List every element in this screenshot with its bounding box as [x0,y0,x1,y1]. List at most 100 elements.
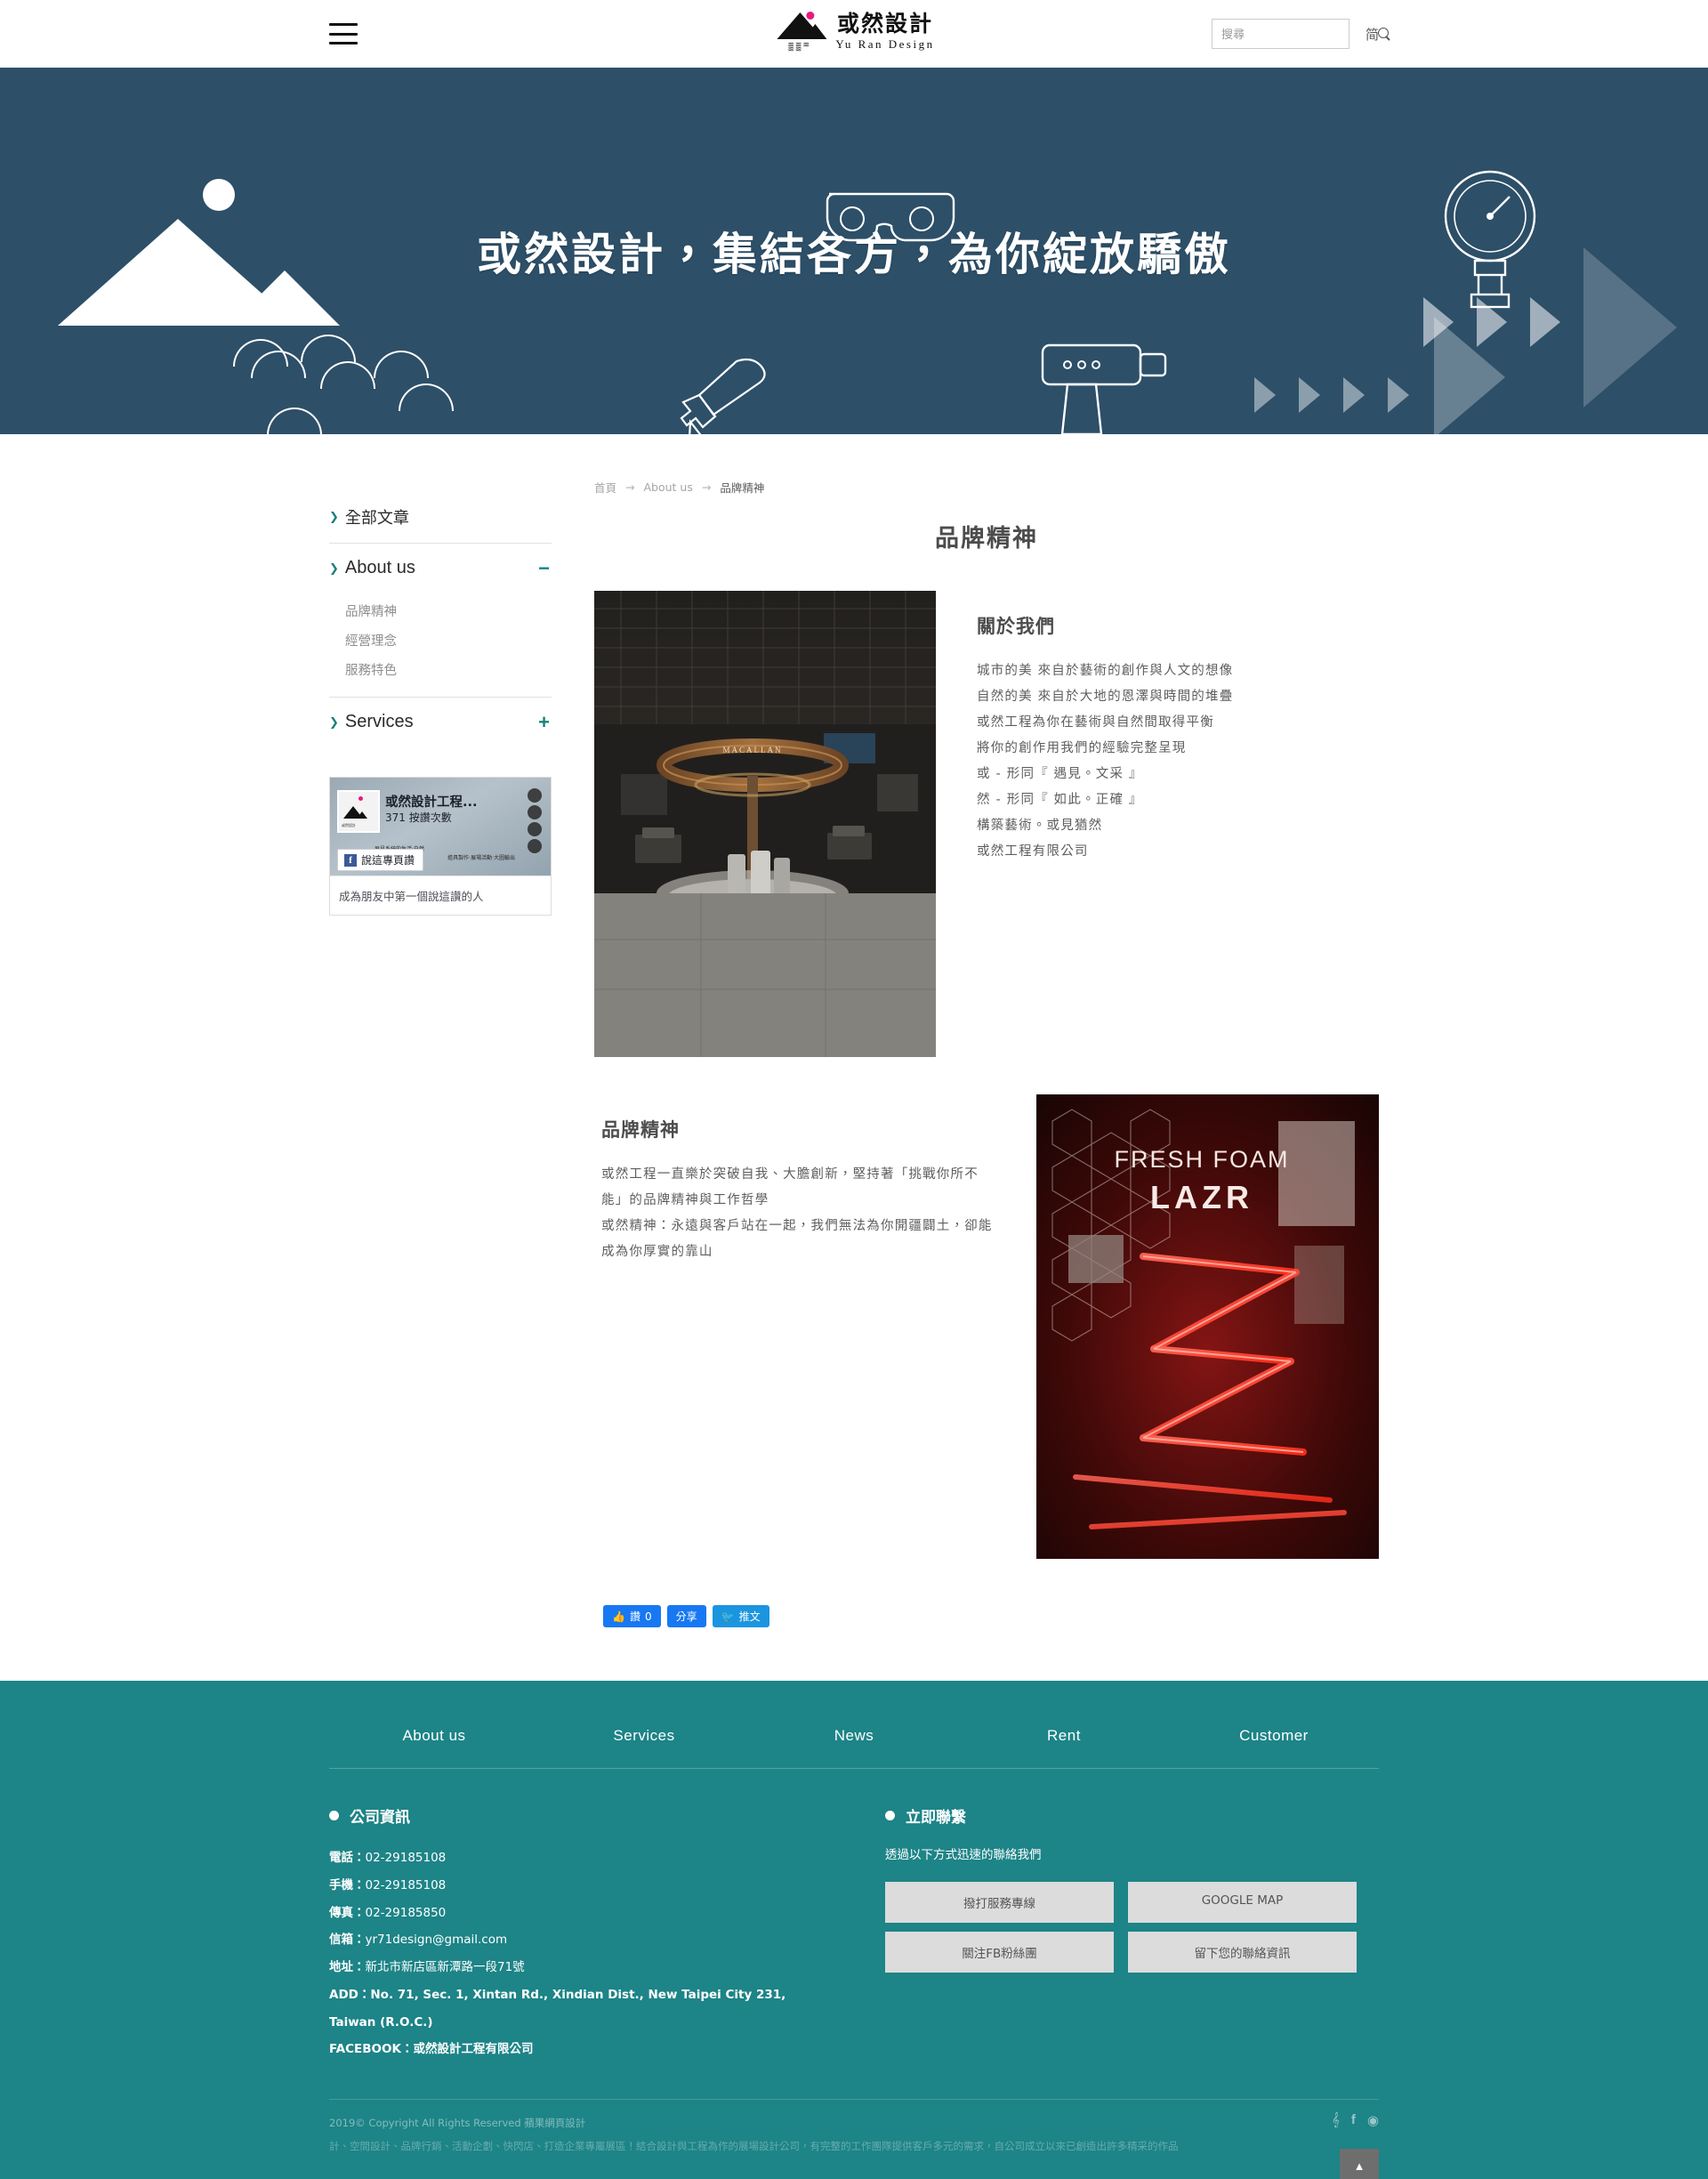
company-phone-value: 02-29185108 [365,1851,447,1865]
follow-facebook-button[interactable]: 關注FB粉絲團 [885,1932,1114,1973]
brand-body: 或然工程一直樂於突破自我、大膽創新，堅持著「挑戰你所不能」的品牌精神與工作哲學 … [601,1167,993,1259]
company-email-row: 信箱：yr71design@gmail.com [329,1926,823,1954]
company-mobile-value: 02-29185108 [365,1877,447,1893]
facebook-share-button[interactable]: 分享 [666,1605,706,1627]
sidebar-item-about-us[interactable]: ❯ About us − [329,544,552,593]
footer-nav-customer[interactable]: Customer [1169,1727,1379,1745]
facebook-icon[interactable]: f [1351,2112,1356,2128]
brand-text-column: 品牌精神 或然工程一直樂於突破自我、大膽創新，堅持著「挑戰你所不能」的品牌精神與… [594,1094,995,1265]
google-map-button[interactable]: GOOGLE MAP [1128,1882,1357,1923]
brand-photo: FRESH FOAM LAZR [1036,1094,1379,1559]
company-facebook-label: FACEBOOK： [329,2042,414,2057]
language-toggle[interactable]: 简 [1366,25,1379,44]
page-title: 品牌精神 [935,525,1038,553]
footer-nav-news[interactable]: News [749,1727,959,1745]
contact-subtitle: 透過以下方式迅速的聯絡我們 [885,1848,1042,1862]
heat-gun-decoration-icon [1041,343,1167,434]
cover-seal-decoration [528,788,542,853]
cover-caption-right: 道具製作‧展場活動‧大圖輸出 [447,855,515,861]
sidebar-subitem-service-features[interactable]: 服務特色 [345,655,552,684]
twitter-tweet-button[interactable]: 🐦 推文 [712,1605,769,1627]
footer-company-info: 公司資訊 電話：02-29185108 手機：02-29185108 傳真：02… [329,1804,823,2063]
logo-text-cn: 或然設計 [836,11,933,36]
about-text-column: 關於我們 城市的美 來自於藝術的創作與人文的想像 自然的美 來自於大地的恩澤與時… [977,591,1379,865]
company-fax-row: 傳真：02-29185850 [329,1900,823,1927]
sidebar-item-services[interactable]: ❯ Services + [329,698,552,747]
social-share-row: 👍 讚 0 分享 🐦 推文 [594,1605,1379,1627]
thumbs-up-icon: 👍 [612,1610,625,1623]
wave-decoration-3 [301,335,356,362]
contact-buttons: 撥打服務專線 GOOGLE MAP 關注FB粉絲團 留下您的聯絡資訊 [885,1882,1357,1973]
brand-heading: 品牌精神 [601,1119,680,1141]
sidebar-submenu-about: 品牌精神 經營理念 服務特色 [329,593,552,698]
footer-contact-block: 立即聯繫 透過以下方式迅速的聯絡我們 撥打服務專線 GOOGLE MAP 關注F… [823,1804,1379,2063]
company-facebook-value[interactable]: 或然設計工程有限公司 [413,2042,533,2056]
facebook-like-label: 說這專頁讚 [361,854,415,867]
hamburger-menu-icon[interactable] [329,23,358,44]
copyright-bar: 2019© Copyright All Rights Reserved 蘋果網頁… [329,2099,1379,2179]
footer-nav-rent[interactable]: Rent [959,1727,1169,1745]
triangle-outline-7 [1388,377,1409,413]
company-address-en-label: ADD： [329,1987,371,2002]
about-photo-graphic: MACALLAN [594,591,936,1057]
company-address-value: 新北市新店區新潭路一段71號 [365,1960,525,1975]
company-mobile-label: 手機： [329,1877,366,1893]
bullet-dot-icon [329,1811,339,1820]
tweet-label: 推文 [738,1610,761,1623]
sidebar-subitem-brand-spirit[interactable]: 品牌精神 [345,596,552,625]
sidebar-item-label: Services [344,712,414,731]
chevron-right-icon: ❯ [329,561,339,575]
twitter-bird-icon: 🐦 [721,1610,735,1623]
sun-decoration-icon [203,179,235,211]
leave-contact-info-button[interactable]: 留下您的聯絡資訊 [1128,1932,1357,1973]
footer-nav-about-us[interactable]: About us [329,1727,539,1745]
facebook-page-widget[interactable]: 展見系統的生活‧自然 道具製作‧展場活動‧大圖輸出 或然設計 或然設計工程...… [329,777,552,916]
caulking-gun-decoration-icon [680,358,766,434]
facebook-like-count: 371 按讚次數 [385,811,452,824]
search-box[interactable] [1211,19,1389,49]
company-facebook-row: FACEBOOK：或然設計工程有限公司 [329,2036,823,2063]
rss-icon[interactable]: ◉ [1367,2112,1379,2128]
breadcrumb-item-home[interactable]: 首頁 [594,479,616,496]
search-icon[interactable] [1377,27,1391,41]
facebook-page-name: 或然設計工程... [385,795,478,810]
collapse-toggle-icon[interactable]: − [538,558,550,578]
company-address-row: 地址：新北市新店區新潭路一段71號 [329,1954,823,1981]
facebook-like-button[interactable]: f 說這專頁讚 [337,849,424,871]
call-hotline-button[interactable]: 撥打服務專線 [885,1882,1114,1923]
chevron-right-icon: ❯ [329,714,339,729]
triangle-filled-2 [1583,247,1677,408]
like-count: 0 [644,1610,652,1623]
contact-title: 立即聯繫 [906,1809,966,1827]
triangle-outline-6 [1343,377,1365,413]
wave-decoration-6 [267,408,322,434]
expand-toggle-icon[interactable]: + [538,712,550,732]
twitter-icon[interactable]: 𝄞 [1332,2112,1340,2128]
search-input[interactable] [1221,27,1378,41]
site-logo[interactable]: ≋≋≋ ≋≋ 或然設計 Yu Ran Design [773,7,934,53]
triangle-outline-3 [1530,297,1560,347]
facebook-widget-footer: 成為朋友中第一個說這讚的人 [330,876,551,915]
hero-banner: 或然設計，集結各方，為你綻放驕傲 [0,68,1708,434]
wave-decoration-5 [374,351,429,378]
facebook-icon: f [344,853,357,867]
sidebar-subitem-philosophy[interactable]: 經營理念 [345,625,552,655]
sidebar-item-all-posts[interactable]: ❯ 全部文章 [329,491,552,544]
footer-social-icons: 𝄞 f ◉ [1332,2112,1379,2128]
wave-decoration-7 [399,383,454,411]
company-fax-value: 02-29185850 [365,1905,447,1920]
site-header: ≋≋≋≋≋ 或然設計 Yu Ran Design 简 [0,0,1708,68]
header-right-tools: 简 [1211,19,1389,49]
about-photo: MACALLAN [594,591,936,1057]
breadcrumb-item-about[interactable]: About us [644,480,693,494]
company-mobile-row: 手機：02-29185108 [329,1872,823,1900]
company-email-value[interactable]: yr71design@gmail.com [366,1933,508,1947]
back-to-top-button[interactable]: ▲ [1340,2148,1379,2179]
share-label: 分享 [675,1610,697,1623]
breadcrumb-separator-icon: → [625,480,635,494]
page-root: ≋≋≋≋≋ 或然設計 Yu Ran Design 简 [0,0,1708,2179]
hero-title: 或然設計，集結各方，為你綻放驕傲 [477,229,1231,280]
facebook-like-share-button[interactable]: 👍 讚 0 [603,1605,661,1627]
about-body: 城市的美 來自於藝術的創作與人文的想像 自然的美 來自於大地的恩澤與時間的堆疊 … [977,664,1234,859]
footer-nav-services[interactable]: Services [539,1727,749,1745]
